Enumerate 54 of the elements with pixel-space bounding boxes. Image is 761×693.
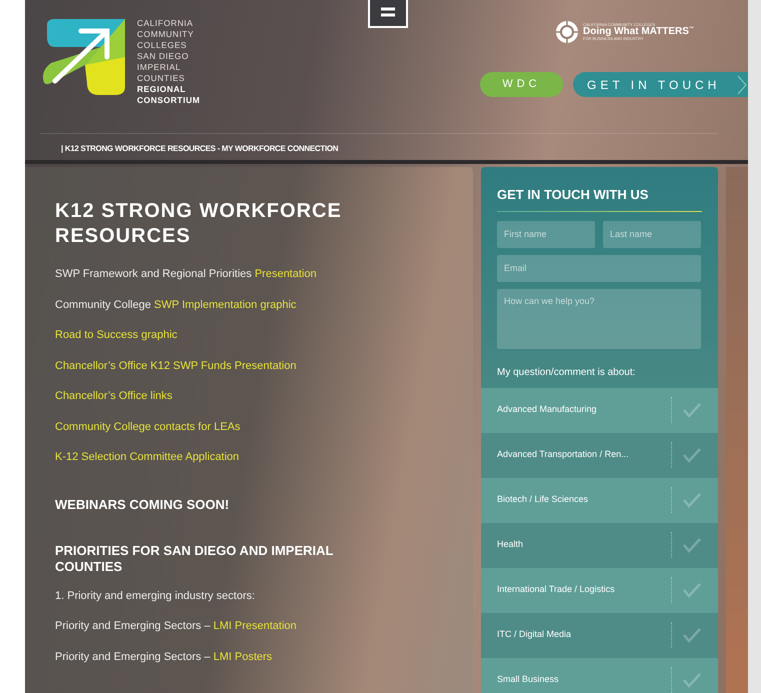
section-heading: WEBINARS COMING SOON! [55, 496, 230, 512]
logo-text: CALIFORNIA [137, 18, 194, 29]
resource-link[interactable]: Presentation [254, 268, 316, 280]
topic-label-text: Advanced Manufacturing [497, 403, 598, 416]
topic-option[interactable]: Health [481, 522, 718, 568]
resource-link[interactable]: LMI Posters [213, 650, 272, 662]
topic-option[interactable]: International Trade / Logistics [481, 568, 718, 612]
logo-text: COLLEGES [137, 40, 188, 51]
resource-link[interactable]: Chancellor’s Office K12 SWP Funds Presentation [55, 350, 296, 381]
topic-option[interactable]: Advanced Transportation / Ren... [481, 432, 718, 478]
breadcrumb: | K12 STRONG WORKFORCE RESOURCES - MY WORKFORCE CONNECTION [61, 143, 338, 155]
topic-option[interactable]: Small Business [481, 658, 718, 693]
topic-label: My question/comment is about: [497, 366, 636, 380]
topic-label-text: Small Business [497, 673, 560, 686]
topic-label-text: International Trade / Logistics [497, 583, 616, 596]
topic-label-text: Health [497, 538, 524, 552]
topic-option[interactable]: Biotech / Life Sciences [481, 478, 718, 522]
resource-text: Priority and Emerging Sectors – LMI Presentation [55, 619, 298, 634]
chevron-icon [737, 74, 747, 94]
section-heading: PRIORITIES FOR SAN DIEGO AND IMPERIAL COUNTIES [55, 542, 334, 574]
resource-link[interactable]: K-12 Selection Committee Application [55, 442, 240, 472]
topic-label-text: Biotech / Life Sciences [497, 493, 590, 506]
get-in-touch-button[interactable]: GET IN TOUCH [573, 72, 748, 97]
topic-label-text: ITC / Digital Media [497, 628, 572, 642]
page-title: K12 STRONG WORKFORCE RESOURCES [55, 199, 343, 249]
checkbox-icon[interactable] [682, 402, 702, 418]
logo-text: COUNTIES [137, 73, 186, 84]
logo-icon [41, 17, 127, 97]
resource-text: SWP Framework and Regional Priorities Presentation [55, 267, 318, 282]
resource-text: Community College SWP Implementation graphic [55, 298, 298, 312]
resource-link[interactable]: Chancellor’s Office links [55, 381, 172, 412]
topic-label-text: Advanced Transportation / Ren... [497, 448, 630, 462]
resource-link[interactable]: SWP Implementation graphic [154, 298, 296, 310]
logo-text: CONSORTIUM [137, 95, 200, 106]
checkbox-icon[interactable] [682, 672, 702, 688]
resource-text: Priority and Emerging Sectors – LMI Posters [55, 650, 274, 664]
resource-link[interactable]: Road to Success graphic [55, 320, 178, 350]
checkbox-icon[interactable] [682, 447, 702, 463]
menu-button[interactable] [368, 0, 408, 28]
checkbox-icon[interactable] [682, 582, 702, 598]
resource-text: 1. Priority and emerging industry sectors: [55, 588, 256, 604]
partner-logo-icon [555, 20, 579, 44]
logo-text: SAN DIEGO [137, 51, 190, 62]
menu-icon [380, 7, 396, 19]
logo-text: IMPERIAL [137, 62, 182, 73]
logo-text: REGIONAL [137, 84, 187, 95]
resource-link[interactable]: Community College contacts for LEAs [55, 412, 240, 442]
checkbox-icon[interactable] [682, 627, 702, 643]
resource-link[interactable]: LMI Presentation [213, 620, 297, 632]
topic-option[interactable]: Advanced Manufacturing [481, 388, 718, 432]
logo-text: COMMUNITY [137, 29, 195, 40]
topic-option[interactable]: ITC / Digital Media [481, 612, 718, 658]
checkbox-icon[interactable] [682, 492, 702, 508]
checkbox-icon[interactable] [682, 537, 702, 553]
